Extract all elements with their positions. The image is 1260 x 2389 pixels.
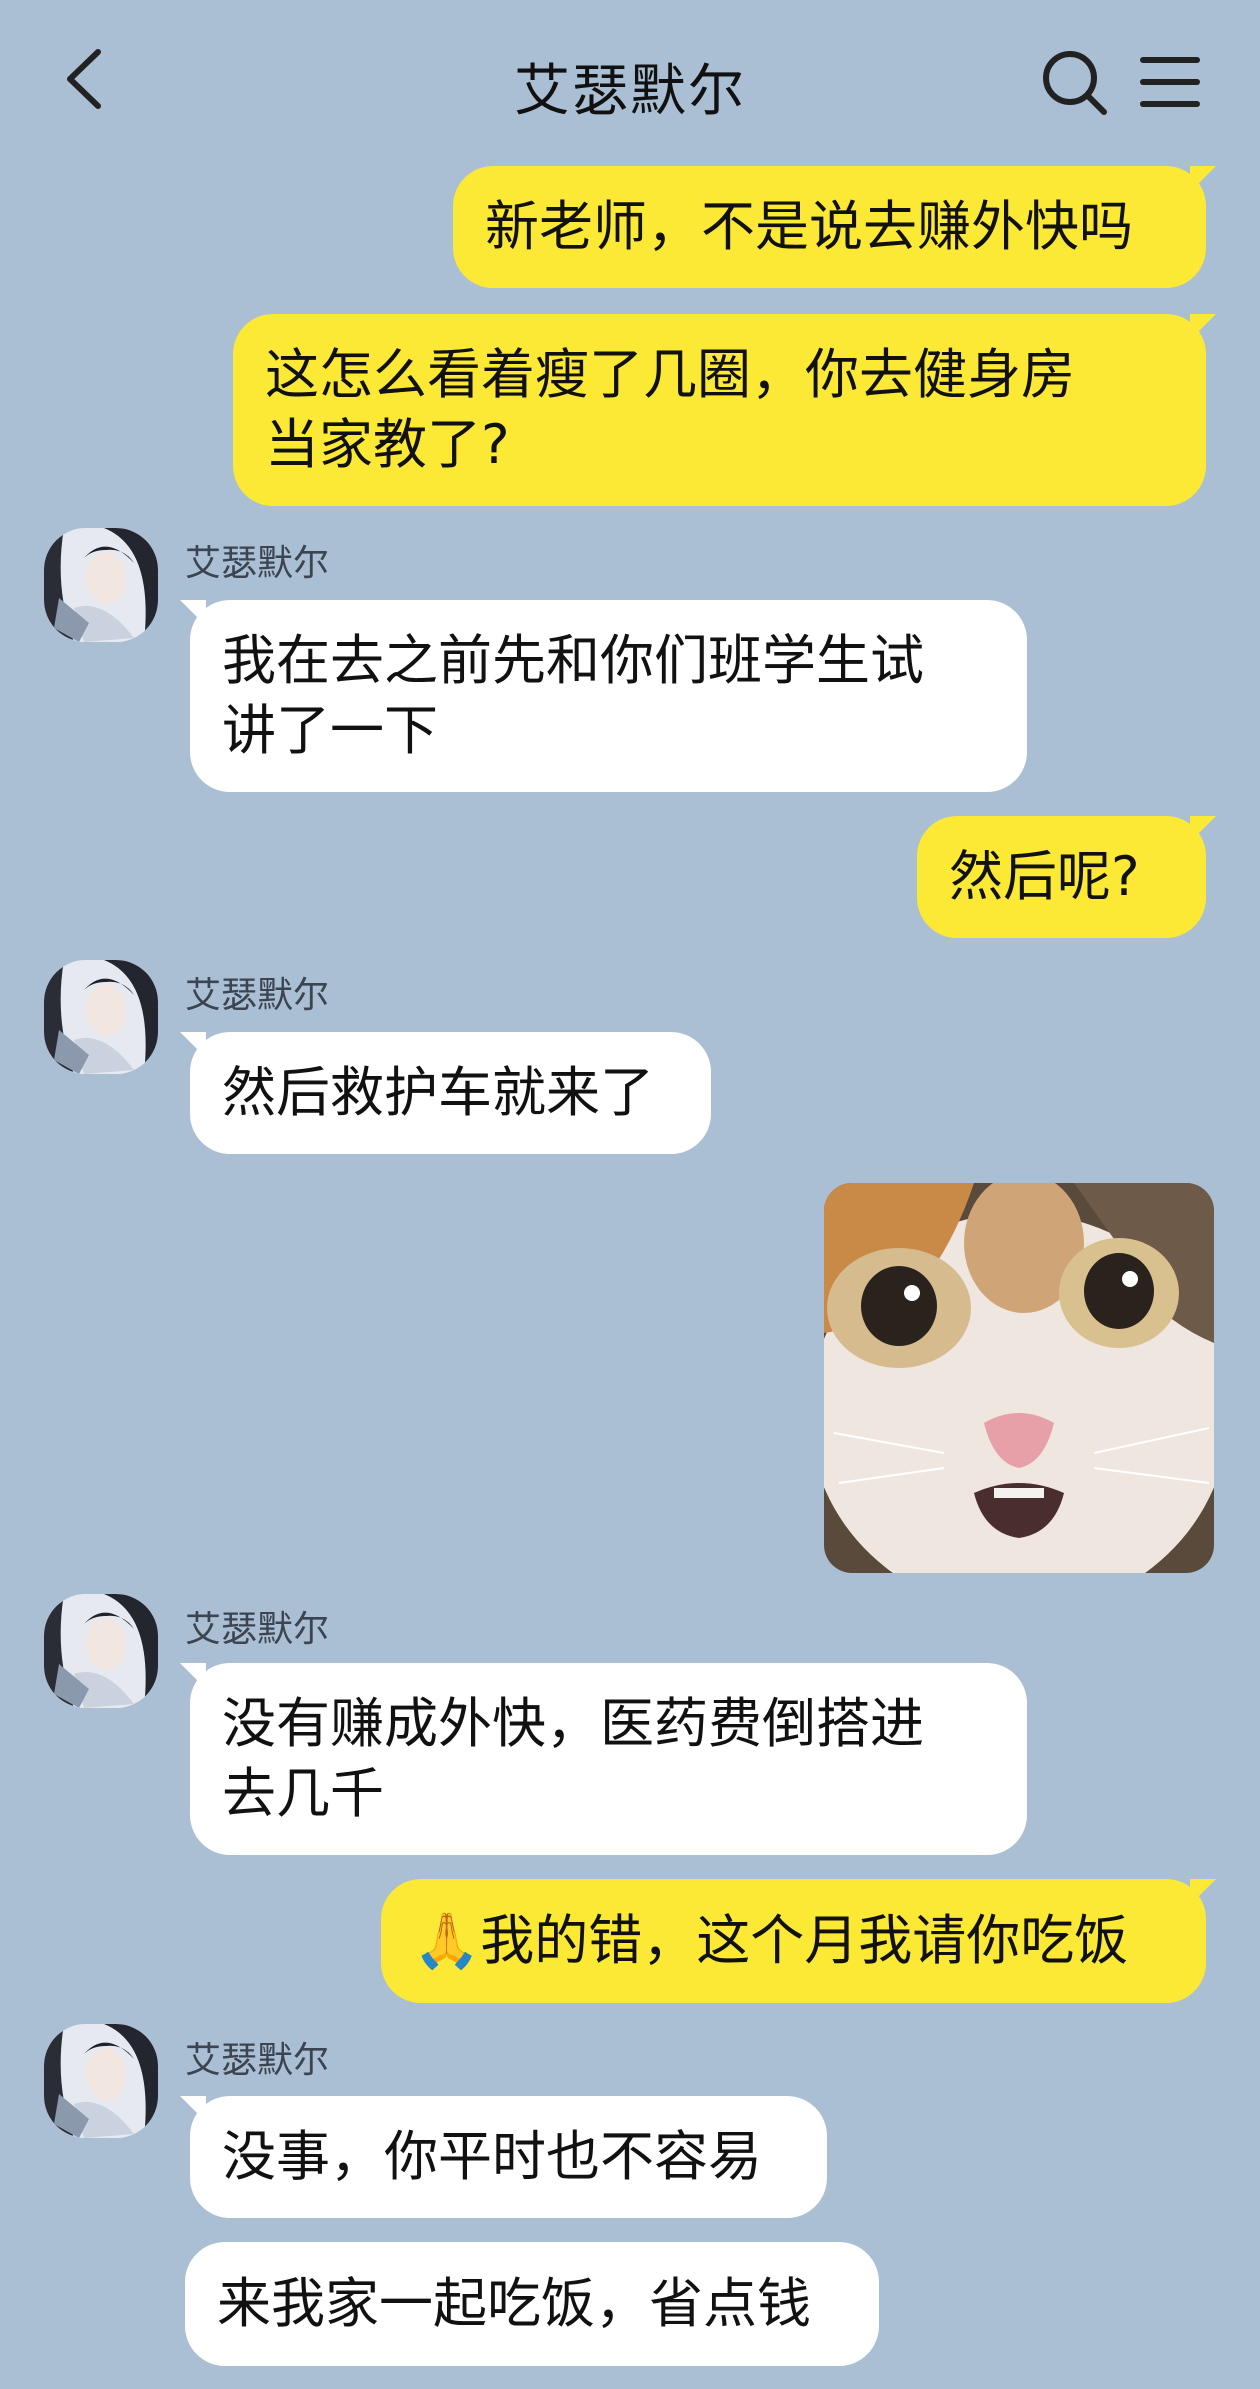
incoming-message[interactable]: 没事，你平时也不容易 bbox=[180, 2096, 827, 2218]
avatar-image bbox=[44, 528, 158, 642]
hamburger-menu-icon[interactable] bbox=[1140, 54, 1200, 110]
avatar[interactable] bbox=[44, 1594, 158, 1708]
outgoing-message[interactable]: 这怎么看着瘦了几圈，你去健身房 当家教了? bbox=[233, 314, 1216, 506]
outgoing-message[interactable]: 然后呢? bbox=[917, 816, 1216, 938]
sender-name: 艾瑟默尔 bbox=[185, 1609, 330, 1650]
search-icon[interactable] bbox=[1040, 48, 1110, 118]
sender-name: 艾瑟默尔 bbox=[185, 543, 330, 584]
surprised-cat-icon bbox=[824, 1183, 1214, 1573]
avatar-image bbox=[44, 1594, 158, 1708]
sender-name: 艾瑟默尔 bbox=[185, 2040, 330, 2081]
avatar-image bbox=[44, 2024, 158, 2138]
outgoing-message[interactable]: 新老师，不是说去赚外快吗 bbox=[453, 166, 1216, 288]
outgoing-message[interactable]: 🙏我的错，这个月我请你吃饭 bbox=[381, 1879, 1216, 2003]
incoming-message[interactable]: 然后救护车就来了 bbox=[180, 1032, 711, 1154]
avatar[interactable] bbox=[44, 528, 158, 642]
avatar[interactable] bbox=[44, 2024, 158, 2138]
sender-name: 艾瑟默尔 bbox=[185, 975, 330, 1016]
chat-header: 艾瑟默尔 bbox=[0, 0, 1260, 160]
incoming-message[interactable]: 我在去之前先和你们班学生试 讲了一下 bbox=[180, 600, 1027, 792]
avatar[interactable] bbox=[44, 960, 158, 1074]
avatar-image bbox=[44, 960, 158, 1074]
incoming-message[interactable]: 来我家一起吃饭，省点钱 bbox=[185, 2242, 879, 2366]
incoming-message[interactable]: 没有赚成外快，医药费倒搭进 去几千 bbox=[180, 1663, 1027, 1855]
cat-sticker-image[interactable] bbox=[824, 1183, 1214, 1573]
